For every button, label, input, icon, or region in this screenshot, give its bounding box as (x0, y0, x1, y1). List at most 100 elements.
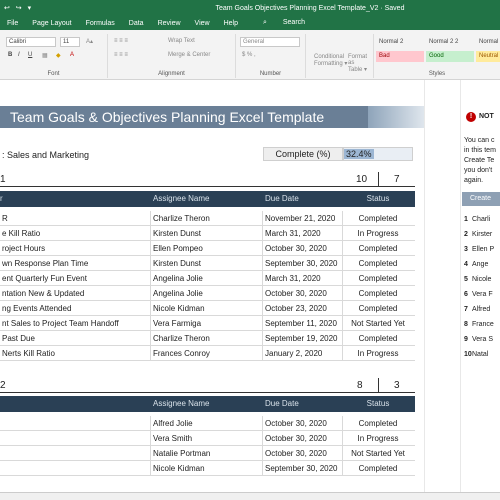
due-date-cell[interactable]: March 31, 2020 (265, 226, 321, 241)
font-grow-icon[interactable]: A▴ (86, 38, 93, 45)
due-date-cell[interactable]: March 31, 2020 (265, 271, 321, 286)
align-left-icon[interactable]: ≡ ≡ ≡ (114, 52, 128, 58)
assignee-cell[interactable]: Frances Conroy (153, 346, 210, 361)
tab-help[interactable]: Help (217, 20, 245, 27)
tab-page-layout[interactable]: Page Layout (25, 20, 78, 27)
complete-value-cell[interactable]: 32.4% (343, 147, 413, 161)
task-cell[interactable]: Nerts Kill Ratio (2, 346, 55, 361)
table-row[interactable]: nt Sales to Project Team Handoff Vera Far… (0, 316, 415, 331)
task-cell[interactable]: wn Response Plan Time (2, 256, 88, 271)
due-date-cell[interactable]: October 30, 2020 (265, 446, 327, 461)
status-cell[interactable]: In Progress (342, 226, 414, 241)
underline-icon[interactable]: U (28, 52, 32, 58)
status-cell[interactable]: Completed (342, 301, 414, 316)
style-normal-2[interactable]: Normal 2 (376, 37, 424, 48)
table-row[interactable]: e Kill Ratio Kirsten Dunst March 31, 2020 I… (0, 226, 415, 241)
people-list-item[interactable]: 3 Ellen P (464, 242, 500, 257)
wrap-text-button[interactable]: Wrap Text (168, 38, 195, 44)
table-row[interactable]: wn Response Plan Time Kirsten Dunst Septem… (0, 256, 415, 271)
assignee-cell[interactable]: Angelina Jolie (153, 271, 203, 286)
status-cell[interactable]: Not Started Yet (342, 446, 414, 461)
style-bad[interactable]: Bad (376, 51, 424, 62)
people-list-item[interactable]: 10Natal (464, 347, 500, 362)
currency-icon[interactable]: $ % , (242, 52, 256, 58)
style-normal-2-2[interactable]: Normal 2 2 (426, 37, 474, 48)
people-list-item[interactable]: 9 Vera S (464, 332, 500, 347)
due-date-cell[interactable]: September 30, 2020 (265, 256, 338, 271)
conditional-formatting-button[interactable]: Conditional Formatting ▾ (314, 54, 347, 67)
assignee-cell[interactable]: Nicole Kidman (153, 301, 205, 316)
bold-icon[interactable]: B (8, 52, 12, 58)
department-label[interactable]: : Sales and Marketing (2, 150, 89, 160)
table-row[interactable]: R Charlize Theron November 21, 2020 Complet… (0, 211, 415, 226)
tab-file[interactable]: File (0, 20, 25, 27)
task-cell[interactable]: Past Due (2, 331, 35, 346)
tab-review[interactable]: Review (151, 20, 188, 27)
tab-formulas[interactable]: Formulas (79, 20, 122, 27)
assignee-cell[interactable]: Charlize Theron (153, 211, 210, 226)
assignee-cell[interactable]: Natalie Portman (153, 446, 210, 461)
status-cell[interactable]: Completed (342, 331, 414, 346)
task-cell[interactable]: ent Quarterly Fun Event (2, 271, 87, 286)
font-color-icon[interactable]: A (70, 52, 74, 58)
table-row[interactable]: ent Quarterly Fun Event Angelina Jolie Mar… (0, 271, 415, 286)
due-date-cell[interactable]: January 2, 2020 (265, 346, 322, 361)
people-list-item[interactable]: 2 Kirster (464, 227, 500, 242)
table-row[interactable]: roject Hours Ellen Pompeo October 30, 2020… (0, 241, 415, 256)
assignee-cell[interactable]: Charlize Theron (153, 331, 210, 346)
align-top-icon[interactable]: ≡ ≡ ≡ (114, 38, 128, 44)
merge-center-button[interactable]: Merge & Center (168, 52, 210, 58)
due-date-cell[interactable]: November 21, 2020 (265, 211, 335, 226)
assignee-cell[interactable]: Kirsten Dunst (153, 226, 201, 241)
due-date-cell[interactable]: September 11, 2020 (265, 316, 337, 331)
assignee-cell[interactable]: Ellen Pompeo (153, 241, 203, 256)
style-good[interactable]: Good (426, 51, 474, 62)
status-cell[interactable]: Completed (342, 271, 414, 286)
due-date-cell[interactable]: September 19, 2020 (265, 331, 338, 346)
status-cell[interactable]: In Progress (342, 431, 414, 446)
status-cell[interactable]: Completed (342, 286, 414, 301)
table-row[interactable]: ng Events Attended Nicole Kidman October 2… (0, 301, 415, 316)
people-list-item[interactable]: 6 Vera F (464, 287, 500, 302)
due-date-cell[interactable]: October 30, 2020 (265, 286, 327, 301)
due-date-cell[interactable]: October 23, 2020 (265, 301, 327, 316)
tab-view[interactable]: View (188, 20, 217, 27)
table-row[interactable]: Alfred Jolie October 30, 2020 Completed (0, 416, 415, 431)
table-row[interactable]: Natalie Portman October 30, 2020 Not Start… (0, 446, 415, 461)
people-list-item[interactable]: 1 Charli (464, 212, 500, 227)
table-row[interactable]: Past Due Charlize Theron September 19, 202… (0, 331, 415, 346)
table-row[interactable]: Nicole Kidman September 30, 2020 Completed (0, 461, 415, 476)
table-row[interactable]: Nerts Kill Ratio Frances Conroy January 2,… (0, 346, 415, 361)
number-format-select[interactable]: General (240, 37, 300, 47)
tab-data[interactable]: Data (122, 20, 151, 27)
task-cell[interactable]: e Kill Ratio (2, 226, 40, 241)
fill-color-icon[interactable]: ◆ (56, 52, 61, 59)
style-normal[interactable]: Normal (476, 37, 500, 48)
worksheet[interactable]: Team Goals & Objectives Planning Excel T… (0, 80, 500, 500)
people-list-item[interactable]: 4 Ange (464, 257, 500, 272)
status-cell[interactable]: Completed (342, 256, 414, 271)
status-cell[interactable]: Completed (342, 241, 414, 256)
task-cell[interactable]: nt Sales to Project Team Handoff (2, 316, 119, 331)
status-cell[interactable]: Completed (342, 211, 414, 226)
status-cell[interactable]: Not Started Yet (342, 316, 414, 331)
status-cell[interactable]: Completed (342, 461, 414, 476)
format-as-table-button[interactable]: Format as Table ▾ (348, 54, 373, 73)
task-cell[interactable]: ntation New & Updated (2, 286, 84, 301)
assignee-cell[interactable]: Kirsten Dunst (153, 256, 201, 271)
status-cell[interactable]: In Progress (342, 346, 414, 361)
people-list-item[interactable]: 7 Alfred (464, 302, 500, 317)
font-size-select[interactable]: 11 (60, 37, 80, 47)
assignee-cell[interactable]: Vera Farmiga (153, 316, 201, 331)
borders-icon[interactable]: ▦ (42, 52, 48, 59)
task-cell[interactable]: roject Hours (2, 241, 45, 256)
task-cell[interactable]: R (2, 211, 8, 226)
people-list-item[interactable]: 8 France (464, 317, 500, 332)
due-date-cell[interactable]: October 30, 2020 (265, 431, 327, 446)
task-cell[interactable]: ng Events Attended (2, 301, 71, 316)
create-button[interactable]: Create (462, 192, 500, 206)
assignee-cell[interactable]: Nicole Kidman (153, 461, 205, 476)
people-list-item[interactable]: 5 Nicole (464, 272, 500, 287)
due-date-cell[interactable]: September 30, 2020 (265, 461, 338, 476)
font-name-select[interactable]: Calibri (6, 37, 56, 47)
